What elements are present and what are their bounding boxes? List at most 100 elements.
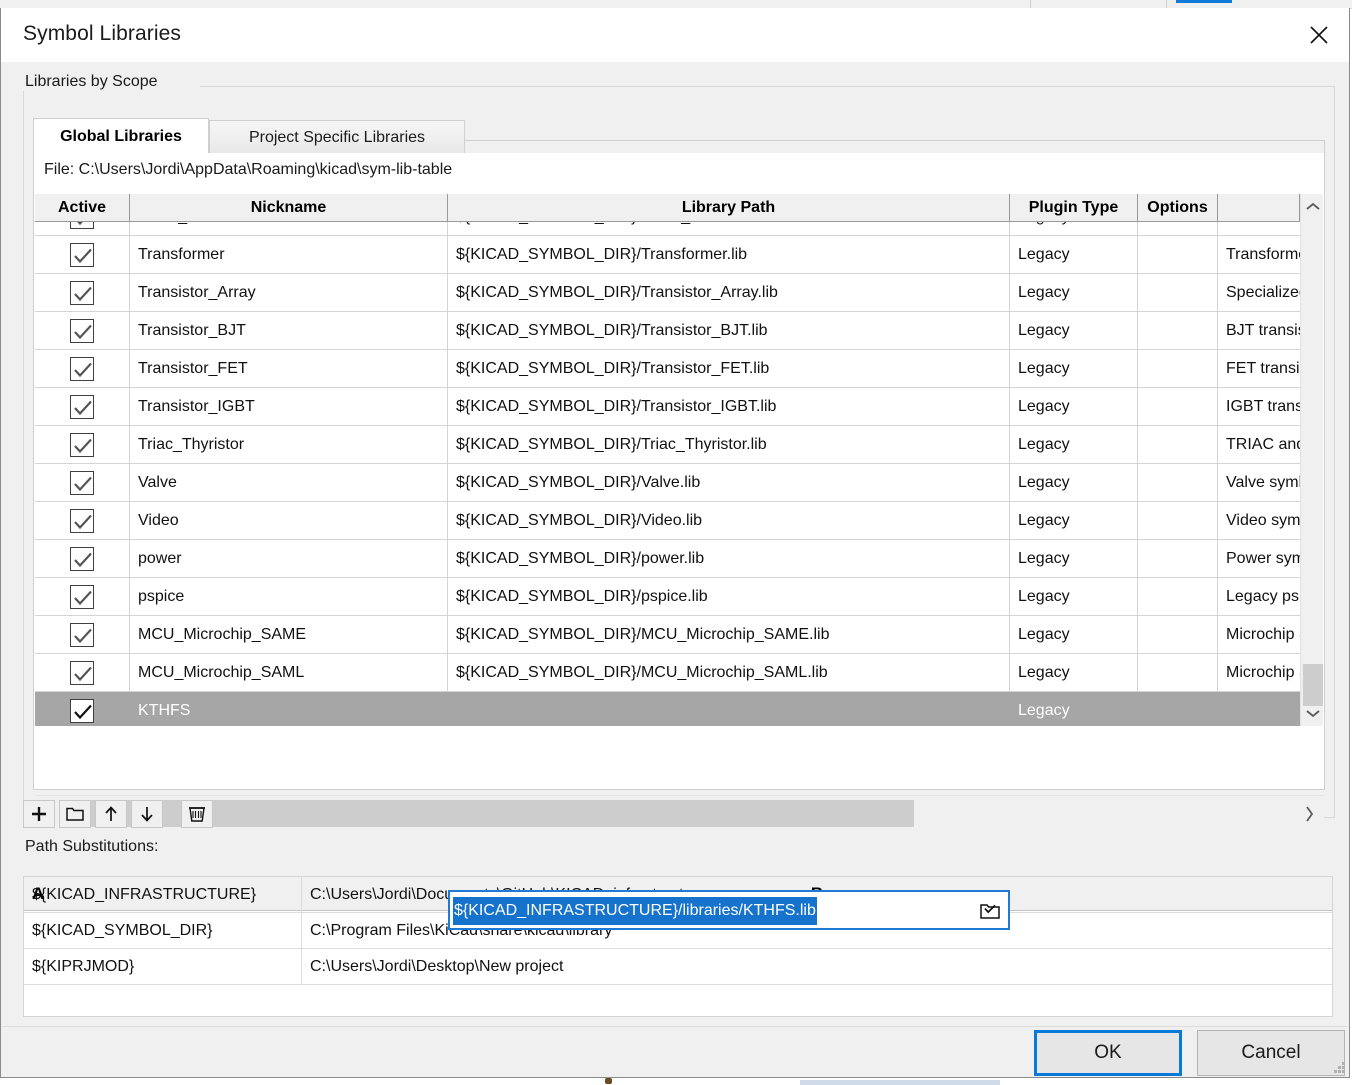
- options-cell[interactable]: [1138, 350, 1218, 387]
- active-checkbox-cell[interactable]: [35, 578, 130, 615]
- add-library-button[interactable]: [23, 800, 55, 828]
- nickname-cell[interactable]: MCU_Microchip_SAML: [130, 654, 448, 691]
- options-cell[interactable]: [1138, 236, 1218, 273]
- chevron-right-icon[interactable]: [1294, 796, 1324, 831]
- checkbox-icon[interactable]: [70, 432, 94, 457]
- table-row[interactable]: power ${KICAD_SYMBOL_DIR}/power.lib Legacy…: [35, 540, 1300, 578]
- table-row[interactable]: Timer_RTC${KICAD_SYMBOL_DIR}/Timer_RTC.l…: [35, 222, 1300, 236]
- options-cell[interactable]: [1138, 654, 1218, 691]
- active-checkbox-cell[interactable]: [35, 388, 130, 425]
- description-cell[interactable]: TRIAC and th: [1218, 426, 1300, 463]
- library-path-cell[interactable]: ${KICAD_SYMBOL_DIR}/Valve.lib: [448, 464, 1010, 501]
- table-row[interactable]: Transistor_Array ${KICAD_SYMBOL_DIR}/Tran…: [35, 274, 1300, 312]
- library-column-header[interactable]: Library Path: [448, 194, 1010, 221]
- checkbox-icon[interactable]: [70, 508, 94, 533]
- description-cell[interactable]: Microchip SA: [1218, 616, 1300, 653]
- table-row[interactable]: pspice ${KICAD_SYMBOL_DIR}/pspice.lib Lega…: [35, 578, 1300, 616]
- checkbox-icon[interactable]: [70, 660, 94, 685]
- description-cell[interactable]: Valve symbo: [1218, 464, 1300, 501]
- description-cell[interactable]: [1218, 692, 1300, 726]
- table-row[interactable]: Transistor_BJT ${KICAD_SYMBOL_DIR}/Transi…: [35, 312, 1300, 350]
- library-path-editor[interactable]: ${KICAD_INFRASTRUCTURE}/libraries/KTHFS.…: [448, 890, 1010, 930]
- nickname-cell[interactable]: power: [130, 540, 448, 577]
- options-cell[interactable]: [1138, 426, 1218, 463]
- description-cell[interactable]: Specialized t: [1218, 274, 1300, 311]
- chevron-up-icon[interactable]: [1301, 194, 1324, 220]
- plugin-type-cell[interactable]: Legacy: [1010, 578, 1138, 615]
- description-cell[interactable]: BJT transisto: [1218, 312, 1300, 349]
- table-row[interactable]: Valve ${KICAD_SYMBOL_DIR}/Valve.lib Legacy…: [35, 464, 1300, 502]
- active-checkbox-cell[interactable]: [35, 236, 130, 273]
- description-cell[interactable]: Power symb: [1218, 540, 1300, 577]
- library-path-cell[interactable]: ${KICAD_SYMBOL_DIR}/Triac_Thyristor.lib: [448, 426, 1010, 463]
- active-checkbox-cell[interactable]: [35, 274, 130, 311]
- library-path-editor-value[interactable]: ${KICAD_INFRASTRUCTURE}/libraries/KTHFS.…: [453, 897, 817, 925]
- checkbox-icon[interactable]: [70, 356, 94, 381]
- plugin-type-cell[interactable]: Legacy: [1010, 654, 1138, 691]
- nickname-cell[interactable]: Transistor_IGBT: [130, 388, 448, 425]
- checkbox-icon[interactable]: [70, 622, 94, 647]
- library-path-cell[interactable]: [448, 692, 1010, 726]
- resize-grip[interactable]: [1332, 1060, 1346, 1074]
- nickname-cell[interactable]: Video: [130, 502, 448, 539]
- options-cell[interactable]: [1138, 616, 1218, 653]
- library-path-cell[interactable]: ${KICAD_SYMBOL_DIR}/Transistor_Array.lib: [448, 274, 1010, 311]
- nickname-cell[interactable]: Transistor_FET: [130, 350, 448, 387]
- table-row[interactable]: Transistor_FET ${KICAD_SYMBOL_DIR}/Transi…: [35, 350, 1300, 388]
- library-path-cell[interactable]: ${KICAD_SYMBOL_DIR}/power.lib: [448, 540, 1010, 577]
- checkbox-icon[interactable]: [70, 698, 94, 723]
- checkbox-icon[interactable]: [70, 222, 94, 229]
- table-row[interactable]: Video ${KICAD_SYMBOL_DIR}/Video.lib Legacy…: [35, 502, 1300, 540]
- nickname-cell[interactable]: pspice: [130, 578, 448, 615]
- path-substitution-value[interactable]: C:\Users\Jordi\Desktop\New project: [302, 949, 1332, 984]
- plugin-type-cell[interactable]: Legacy: [1010, 464, 1138, 501]
- library-path-cell[interactable]: ${KICAD_SYMBOL_DIR}/Video.lib: [448, 502, 1010, 539]
- active-checkbox-cell[interactable]: [35, 312, 130, 349]
- library-path-cell[interactable]: ${KICAD_SYMBOL_DIR}/Transistor_BJT.lib: [448, 312, 1010, 349]
- browse-library-button[interactable]: [59, 800, 91, 828]
- table-row[interactable]: MCU_Microchip_SAME ${KICAD_SYMBOL_DIR}/MC…: [35, 616, 1300, 654]
- options-cell[interactable]: [1138, 388, 1218, 425]
- delete-library-button[interactable]: [181, 800, 213, 828]
- active-checkbox-cell[interactable]: [35, 426, 130, 463]
- checkbox-icon[interactable]: [70, 242, 94, 267]
- plugin-type-cell[interactable]: Legacy: [1010, 426, 1138, 463]
- move-down-button[interactable]: [131, 800, 163, 828]
- chevron-down-icon[interactable]: [1301, 700, 1324, 726]
- active-checkbox-cell[interactable]: [35, 502, 130, 539]
- library-column-header[interactable]: Active: [35, 194, 130, 221]
- tab-project-specific-libraries[interactable]: Project Specific Libraries: [209, 120, 465, 154]
- plugin-type-cell[interactable]: Legacy: [1010, 236, 1138, 273]
- library-table-vertical-scrollbar[interactable]: [1300, 194, 1323, 726]
- options-cell[interactable]: [1138, 578, 1218, 615]
- library-path-cell[interactable]: ${KICAD_SYMBOL_DIR}/MCU_Microchip_SAML.l…: [448, 654, 1010, 691]
- table-row[interactable]: Transistor_IGBT ${KICAD_SYMBOL_DIR}/Trans…: [35, 388, 1300, 426]
- plugin-type-cell[interactable]: Legacy: [1010, 540, 1138, 577]
- close-icon[interactable]: [1289, 8, 1349, 62]
- options-cell[interactable]: [1138, 274, 1218, 311]
- options-cell[interactable]: [1138, 540, 1218, 577]
- path-substitution-variable[interactable]: ${KICAD_SYMBOL_DIR}: [24, 913, 302, 948]
- plugin-type-cell[interactable]: Legacy: [1010, 312, 1138, 349]
- description-cell[interactable]: FET transisto: [1218, 350, 1300, 387]
- nickname-cell[interactable]: Transistor_Array: [130, 274, 448, 311]
- table-row[interactable]: KTHFS Legacy: [35, 692, 1300, 726]
- plugin-type-cell[interactable]: Legacy: [1010, 274, 1138, 311]
- checkbox-icon[interactable]: [70, 280, 94, 305]
- ok-button[interactable]: OK: [1034, 1030, 1182, 1076]
- library-path-cell[interactable]: ${KICAD_SYMBOL_DIR}/Transistor_FET.lib: [448, 350, 1010, 387]
- description-cell[interactable]: Microchip SA: [1218, 654, 1300, 691]
- plugin-type-cell[interactable]: Legacy: [1010, 692, 1138, 726]
- path-substitution-row[interactable]: ${KIPRJMOD} C:\Users\Jordi\Desktop\New pr…: [24, 949, 1332, 985]
- library-column-header[interactable]: Plugin Type: [1010, 194, 1138, 221]
- options-cell[interactable]: [1138, 502, 1218, 539]
- checkbox-icon[interactable]: [70, 546, 94, 571]
- description-cell[interactable]: Transformer: [1218, 236, 1300, 273]
- table-row[interactable]: Transformer ${KICAD_SYMBOL_DIR}/Transform…: [35, 236, 1300, 274]
- active-checkbox-cell[interactable]: [35, 540, 130, 577]
- description-cell[interactable]: Real time clo: [1218, 222, 1300, 235]
- path-substitution-variable[interactable]: ${KICAD_INFRASTRUCTURE}: [24, 877, 302, 912]
- tab-global-libraries[interactable]: Global Libraries: [33, 118, 209, 154]
- library-column-header[interactable]: Options: [1138, 194, 1218, 221]
- folder-browse-icon[interactable]: [980, 901, 1000, 921]
